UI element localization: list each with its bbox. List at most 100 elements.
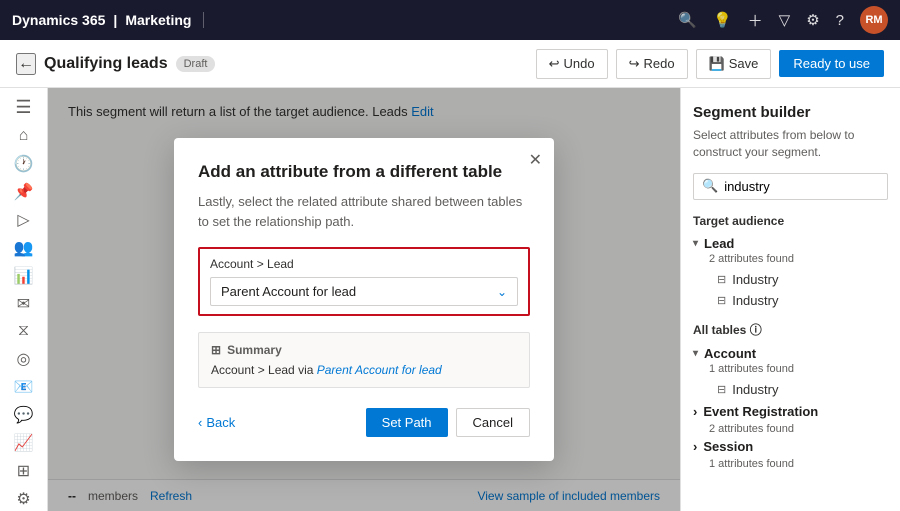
save-label: Save xyxy=(729,56,759,71)
table-icon: ⊟ xyxy=(717,273,726,286)
filter-sidebar-icon[interactable]: ⧖ xyxy=(6,320,42,344)
top-nav: Dynamics 365 | Marketing 🔍 💡 ＋ ▽ ⚙ ? RM xyxy=(0,0,900,40)
all-tables-label: All tables ⓘ xyxy=(693,321,888,338)
settings-icon[interactable]: ⚙ xyxy=(806,11,819,29)
main-layout: ☰ ⌂ 🕐 📌 ▷ 👥 📊 ✉ ⧖ ◎ 📧 💬 📈 ⊞ ⚙ This segme… xyxy=(0,88,900,511)
chevron-down-icon: ▾ xyxy=(693,238,698,249)
dropdown-value: Parent Account for lead xyxy=(221,284,356,299)
search-icon[interactable]: 🔍 xyxy=(678,11,697,29)
chevron-down-icon: ⌄ xyxy=(497,285,507,299)
mail-icon[interactable]: 📧 xyxy=(6,375,42,399)
toolbar: ← Qualifying leads Draft ↩ Undo ↪ Redo 💾… xyxy=(0,40,900,88)
table-icon: ⊟ xyxy=(717,383,726,396)
redo-button[interactable]: ↪ Redo xyxy=(616,49,688,79)
chevron-down-icon: ▾ xyxy=(693,348,698,359)
undo-label: Undo xyxy=(564,56,595,71)
page-title: Qualifying leads xyxy=(44,55,168,73)
set-path-button[interactable]: Set Path xyxy=(366,408,448,437)
gear-icon[interactable]: ⚙ xyxy=(6,487,42,511)
session-toggle[interactable]: › Session xyxy=(693,435,888,458)
avatar[interactable]: RM xyxy=(860,6,888,34)
account-attr-item[interactable]: ⊟ Industry xyxy=(693,379,888,400)
cancel-button[interactable]: Cancel xyxy=(456,408,530,437)
attr-industry-1: Industry xyxy=(732,272,778,287)
hamburger-icon[interactable]: ☰ xyxy=(6,96,42,120)
plus-icon[interactable]: ＋ xyxy=(748,10,763,31)
pin-icon[interactable]: 📌 xyxy=(6,180,42,204)
table-icon: ⊟ xyxy=(717,294,726,307)
attr-item[interactable]: ⊟ Industry xyxy=(693,290,888,311)
chevron-right-icon: › xyxy=(693,439,697,454)
people-icon[interactable]: 👥 xyxy=(6,236,42,260)
modal-close-button[interactable]: ✕ xyxy=(529,150,542,170)
back-button[interactable]: ← xyxy=(16,53,36,75)
summary-italic-text: Parent Account for lead xyxy=(317,363,442,377)
modal-footer: ‹ Back Set Path Cancel xyxy=(198,408,530,437)
brand: Dynamics 365 | Marketing xyxy=(12,12,204,28)
account-section-toggle[interactable]: ▾ Account xyxy=(693,344,888,363)
modal-right-buttons: Set Path Cancel xyxy=(366,408,530,437)
modal-title: Add an attribute from a different table xyxy=(198,162,530,182)
account-label: Account xyxy=(704,346,756,361)
lead-count: 2 attributes found xyxy=(709,253,888,265)
undo-icon: ↩ xyxy=(549,56,560,72)
back-button[interactable]: ‹ Back xyxy=(198,415,235,430)
brand-separator: | xyxy=(113,12,117,28)
status-badge: Draft xyxy=(176,56,216,72)
dropdown-group: Account > Lead Parent Account for lead ⌄ xyxy=(198,247,530,316)
redo-icon: ↪ xyxy=(629,56,640,72)
right-panel-title: Segment builder xyxy=(693,104,888,121)
chart-icon[interactable]: 📊 xyxy=(6,264,42,288)
help-icon[interactable]: ? xyxy=(836,12,844,29)
modal-description: Lastly, select the related attribute sha… xyxy=(198,192,530,231)
target-icon[interactable]: ◎ xyxy=(6,347,42,371)
home-icon[interactable]: ⌂ xyxy=(6,124,42,148)
play-icon[interactable]: ▷ xyxy=(6,208,42,232)
attr-item[interactable]: ⊟ Industry xyxy=(693,269,888,290)
relationship-dropdown[interactable]: Parent Account for lead ⌄ xyxy=(210,277,518,306)
session-label: Session xyxy=(703,439,753,454)
right-panel-subtitle: Select attributes from below to construc… xyxy=(693,127,888,161)
analytics-icon[interactable]: 📈 xyxy=(6,431,42,455)
summary-icon: ⊞ xyxy=(211,343,221,357)
content-area: This segment will return a list of the t… xyxy=(48,88,680,511)
right-panel: Segment builder Select attributes from b… xyxy=(680,88,900,511)
event-reg-label: Event Registration xyxy=(703,404,818,419)
module-name: Marketing xyxy=(125,12,191,28)
ready-to-use-button[interactable]: Ready to use xyxy=(779,50,884,77)
chevron-right-icon: › xyxy=(693,404,697,419)
lead-section-toggle[interactable]: ▾ Lead xyxy=(693,234,888,253)
info-icon: ⓘ xyxy=(750,323,762,337)
back-label: Back xyxy=(206,415,235,430)
back-chevron-icon: ‹ xyxy=(198,415,202,430)
apps-icon[interactable]: ⊞ xyxy=(6,459,42,483)
speech-icon[interactable]: 💬 xyxy=(6,403,42,427)
modal-overlay: ✕ Add an attribute from a different tabl… xyxy=(48,88,680,511)
save-button[interactable]: 💾 Save xyxy=(696,49,772,79)
search-input[interactable] xyxy=(724,179,900,194)
search-icon: 🔍 xyxy=(702,178,718,194)
summary-text: Account > Lead via Parent Account for le… xyxy=(211,363,517,377)
sidebar-icons: ☰ ⌂ 🕐 📌 ▷ 👥 📊 ✉ ⧖ ◎ 📧 💬 📈 ⊞ ⚙ xyxy=(0,88,48,511)
redo-label: Redo xyxy=(643,56,674,71)
attr-industry-2: Industry xyxy=(732,293,778,308)
save-icon: 💾 xyxy=(709,56,725,72)
event-registration-toggle[interactable]: › Event Registration xyxy=(693,400,888,423)
account-industry: Industry xyxy=(732,382,778,397)
top-nav-icons: 🔍 💡 ＋ ▽ ⚙ ? RM xyxy=(678,6,888,34)
email-icon[interactable]: ✉ xyxy=(6,292,42,316)
account-count: 1 attributes found xyxy=(709,363,888,375)
summary-title: Summary xyxy=(227,343,282,357)
dropdown-label: Account > Lead xyxy=(210,257,518,271)
target-audience-label: Target audience xyxy=(693,214,888,228)
summary-box: ⊞ Summary Account > Lead via Parent Acco… xyxy=(198,332,530,388)
lightbulb-icon[interactable]: 💡 xyxy=(713,11,732,29)
session-count: 1 attributes found xyxy=(709,458,888,470)
search-box: 🔍 ✕ xyxy=(693,173,888,200)
event-reg-count: 2 attributes found xyxy=(709,423,888,435)
recent-icon[interactable]: 🕐 xyxy=(6,152,42,176)
modal-dialog: ✕ Add an attribute from a different tabl… xyxy=(174,138,554,461)
filter-icon[interactable]: ▽ xyxy=(779,11,791,29)
toolbar-actions: ↩ Undo ↪ Redo 💾 Save Ready to use xyxy=(536,49,884,79)
undo-button[interactable]: ↩ Undo xyxy=(536,49,608,79)
